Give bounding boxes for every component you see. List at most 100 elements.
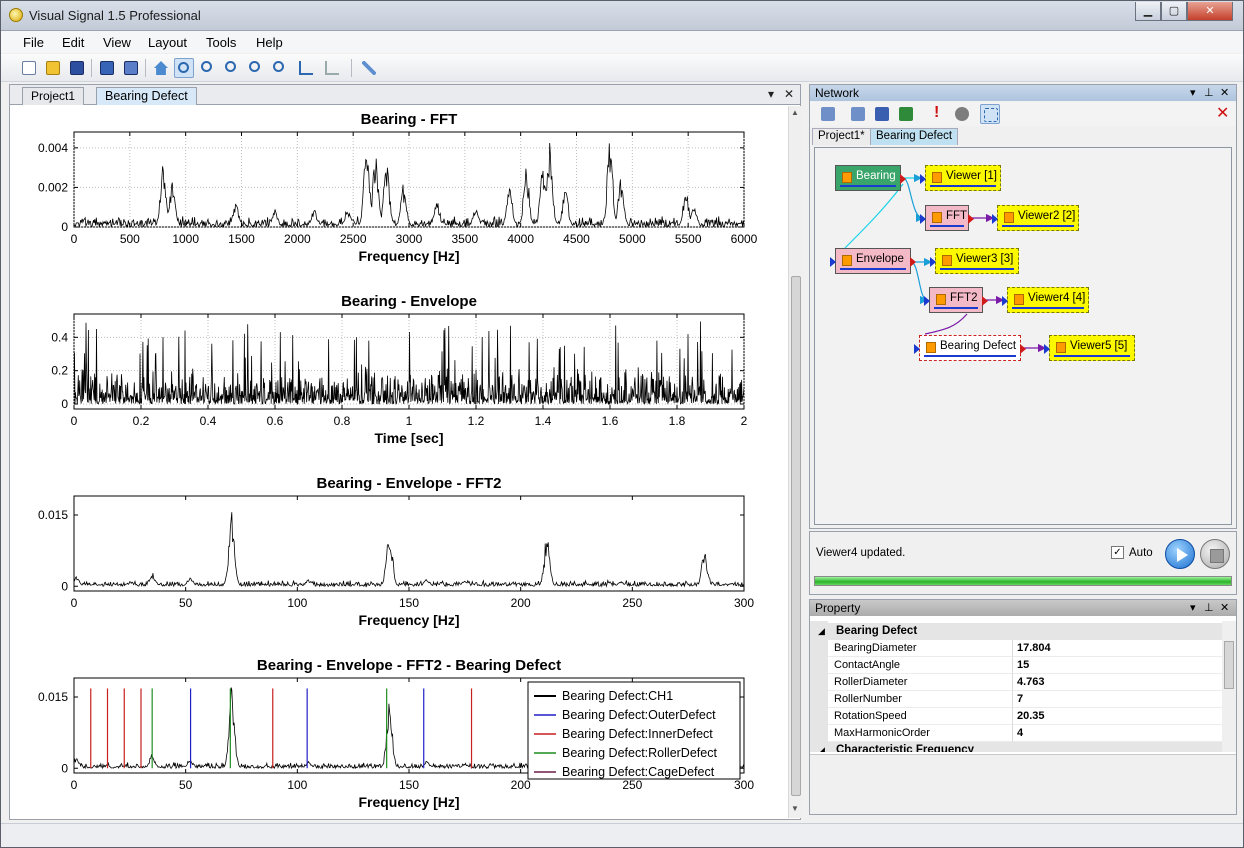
property-row[interactable]: RollerNumber 7 — [810, 691, 1222, 708]
property-title: Property — [815, 601, 861, 615]
select-rect-icon[interactable] — [980, 104, 1000, 124]
new-icon[interactable] — [19, 58, 39, 78]
charts-canvas[interactable]: Bearing - FFT0 500 1000 1500 2000 2500 3000 350… — [13, 106, 765, 818]
zoom-fit-icon[interactable] — [222, 58, 242, 78]
x-tick-label: 50 — [179, 596, 193, 610]
node-fft2[interactable]: FFT2 — [924, 287, 988, 313]
tab-bearing-defect[interactable]: Bearing Defect — [96, 87, 197, 105]
collapse-icon[interactable]: ◢ — [818, 623, 825, 640]
legend-entry: Bearing Defect:RollerDefect — [562, 746, 717, 760]
auto-checkbox[interactable]: ✓ — [1111, 546, 1124, 559]
property-row[interactable]: RollerDiameter 4.763 — [810, 674, 1222, 691]
node-viewer3[interactable]: Viewer3 [3] — [930, 248, 1019, 274]
x-tick-label: 3500 — [451, 232, 478, 246]
y-tick-label: 0.2 — [51, 364, 68, 378]
property-section-characteristic-frequency[interactable]: ◢ Characteristic Frequency — [810, 742, 1222, 752]
x-tick-label: 250 — [622, 596, 642, 610]
property-close-icon[interactable]: ✕ — [1220, 600, 1229, 616]
y-tick-label: 0.015 — [38, 508, 68, 522]
y-tick-label: 0 — [61, 397, 68, 411]
node-viewer2[interactable]: Viewer2 [2] — [992, 205, 1079, 231]
copy-node-icon[interactable] — [848, 104, 868, 124]
tab-project1[interactable]: Project1 — [22, 87, 85, 105]
recycle-icon[interactable] — [952, 104, 972, 124]
menu-help[interactable]: Help — [256, 35, 283, 50]
menu-file[interactable]: File — [23, 35, 44, 50]
x-tick-label: 1 — [406, 414, 413, 428]
viewer-node-icon[interactable] — [872, 104, 892, 124]
x-tick-label: 1.2 — [468, 414, 485, 428]
network-tab-bearing-defect[interactable]: Bearing Defect — [870, 128, 959, 145]
y-tick-label: 0.002 — [38, 180, 68, 194]
scroll-thumb[interactable] — [791, 276, 801, 796]
menu-bar: File Edit View Layout Tools Help — [1, 31, 1243, 53]
x-axis-label: Time [sec] — [375, 430, 444, 446]
y-tick-label: 0.015 — [38, 690, 68, 704]
add-viewer-icon[interactable] — [97, 58, 117, 78]
open-icon[interactable] — [43, 58, 63, 78]
node-bearing-defect[interactable]: Bearing Defect — [914, 335, 1026, 361]
tab-list-dropdown-icon[interactable]: ▾ — [768, 87, 774, 101]
property-scroll-thumb[interactable] — [1224, 641, 1234, 689]
property-row[interactable]: MaxHarmonicOrder 4 — [810, 725, 1222, 742]
network-canvas[interactable]: Bearing Viewer [1] FFT Viewer2 [2] Envel… — [814, 147, 1232, 525]
stop-button[interactable] — [1200, 539, 1230, 569]
node-viewer4[interactable]: Viewer4 [4] — [1002, 287, 1089, 313]
property-panel: Property ▾ ⊥ ✕ ◢ Bearing Defect BearingDi… — [809, 599, 1237, 815]
property-row[interactable]: ContactAngle 15 — [810, 657, 1222, 674]
axis-scale-disabled-icon — [322, 58, 342, 78]
run-button[interactable] — [1165, 539, 1195, 569]
pin-icon[interactable]: ⊥ — [1204, 85, 1214, 101]
menu-edit[interactable]: Edit — [62, 35, 84, 50]
property-row[interactable]: BearingDiameter 17.804 — [810, 640, 1222, 657]
plot-frame — [73, 495, 745, 592]
alert-icon[interactable]: ! — [928, 104, 948, 124]
excel-icon[interactable] — [896, 104, 916, 124]
node-envelope[interactable]: Envelope — [830, 248, 916, 274]
tools-icon[interactable] — [359, 58, 379, 78]
menu-tools[interactable]: Tools — [206, 35, 236, 50]
minimize-button[interactable]: ▁ — [1135, 2, 1161, 21]
x-tick-label: 1.6 — [602, 414, 619, 428]
zoom-y-icon[interactable] — [270, 58, 290, 78]
close-tab-icon[interactable]: ✕ — [784, 87, 794, 101]
doc-vertical-scrollbar[interactable]: ▲ ▼ — [788, 106, 802, 818]
panel-close-icon[interactable]: ✕ — [1220, 85, 1229, 101]
x-tick-label: 250 — [622, 778, 642, 792]
node-fft[interactable]: FFT — [920, 205, 974, 231]
menu-view[interactable]: View — [103, 35, 131, 50]
x-tick-label: 1000 — [172, 232, 199, 246]
save-icon[interactable] — [67, 58, 87, 78]
property-row[interactable]: RotationSpeed 20.35 — [810, 708, 1222, 725]
node-bearing[interactable]: Bearing — [835, 165, 906, 191]
zoom-in-icon[interactable] — [198, 58, 218, 78]
home-icon[interactable] — [151, 58, 171, 78]
network-tab-project1[interactable]: Project1* — [812, 128, 871, 145]
axis-scale-icon[interactable] — [296, 58, 316, 78]
property-dropdown-icon[interactable]: ▾ — [1190, 600, 1196, 616]
node-viewer1[interactable]: Viewer [1] — [920, 165, 1001, 191]
network-tabs: Project1* Bearing Defect — [810, 127, 1236, 145]
x-tick-label: 1.4 — [535, 414, 552, 428]
x-tick-label: 2500 — [340, 232, 367, 246]
node-viewer5[interactable]: Viewer5 [5] — [1044, 335, 1135, 361]
y-tick-label: 0.004 — [38, 141, 68, 155]
network-toolbar: ! ✕ — [810, 102, 1236, 126]
property-section-bearing-defect[interactable]: ◢ Bearing Defect — [810, 623, 1222, 640]
x-tick-label: 200 — [511, 596, 531, 610]
property-scrollbar[interactable] — [1222, 621, 1236, 752]
delete-icon[interactable]: ✕ — [1212, 104, 1232, 124]
close-button[interactable]: ✕ — [1187, 2, 1233, 21]
zoom-icon[interactable] — [174, 58, 194, 78]
x-tick-label: 2000 — [284, 232, 311, 246]
maximize-button[interactable]: ▢ — [1161, 2, 1187, 21]
document-tabs: Project1 Bearing Defect ▾ ✕ — [10, 85, 800, 105]
property-pin-icon[interactable]: ⊥ — [1204, 600, 1214, 616]
viewer-save-icon[interactable] — [121, 58, 141, 78]
legend-entry: Bearing Defect:CageDefect — [562, 765, 715, 779]
panel-dropdown-icon[interactable]: ▾ — [1190, 85, 1196, 101]
add-node-icon[interactable] — [818, 104, 838, 124]
collapse-icon[interactable]: ◢ — [818, 742, 825, 752]
menu-layout[interactable]: Layout — [148, 35, 187, 50]
zoom-x-icon[interactable] — [246, 58, 266, 78]
